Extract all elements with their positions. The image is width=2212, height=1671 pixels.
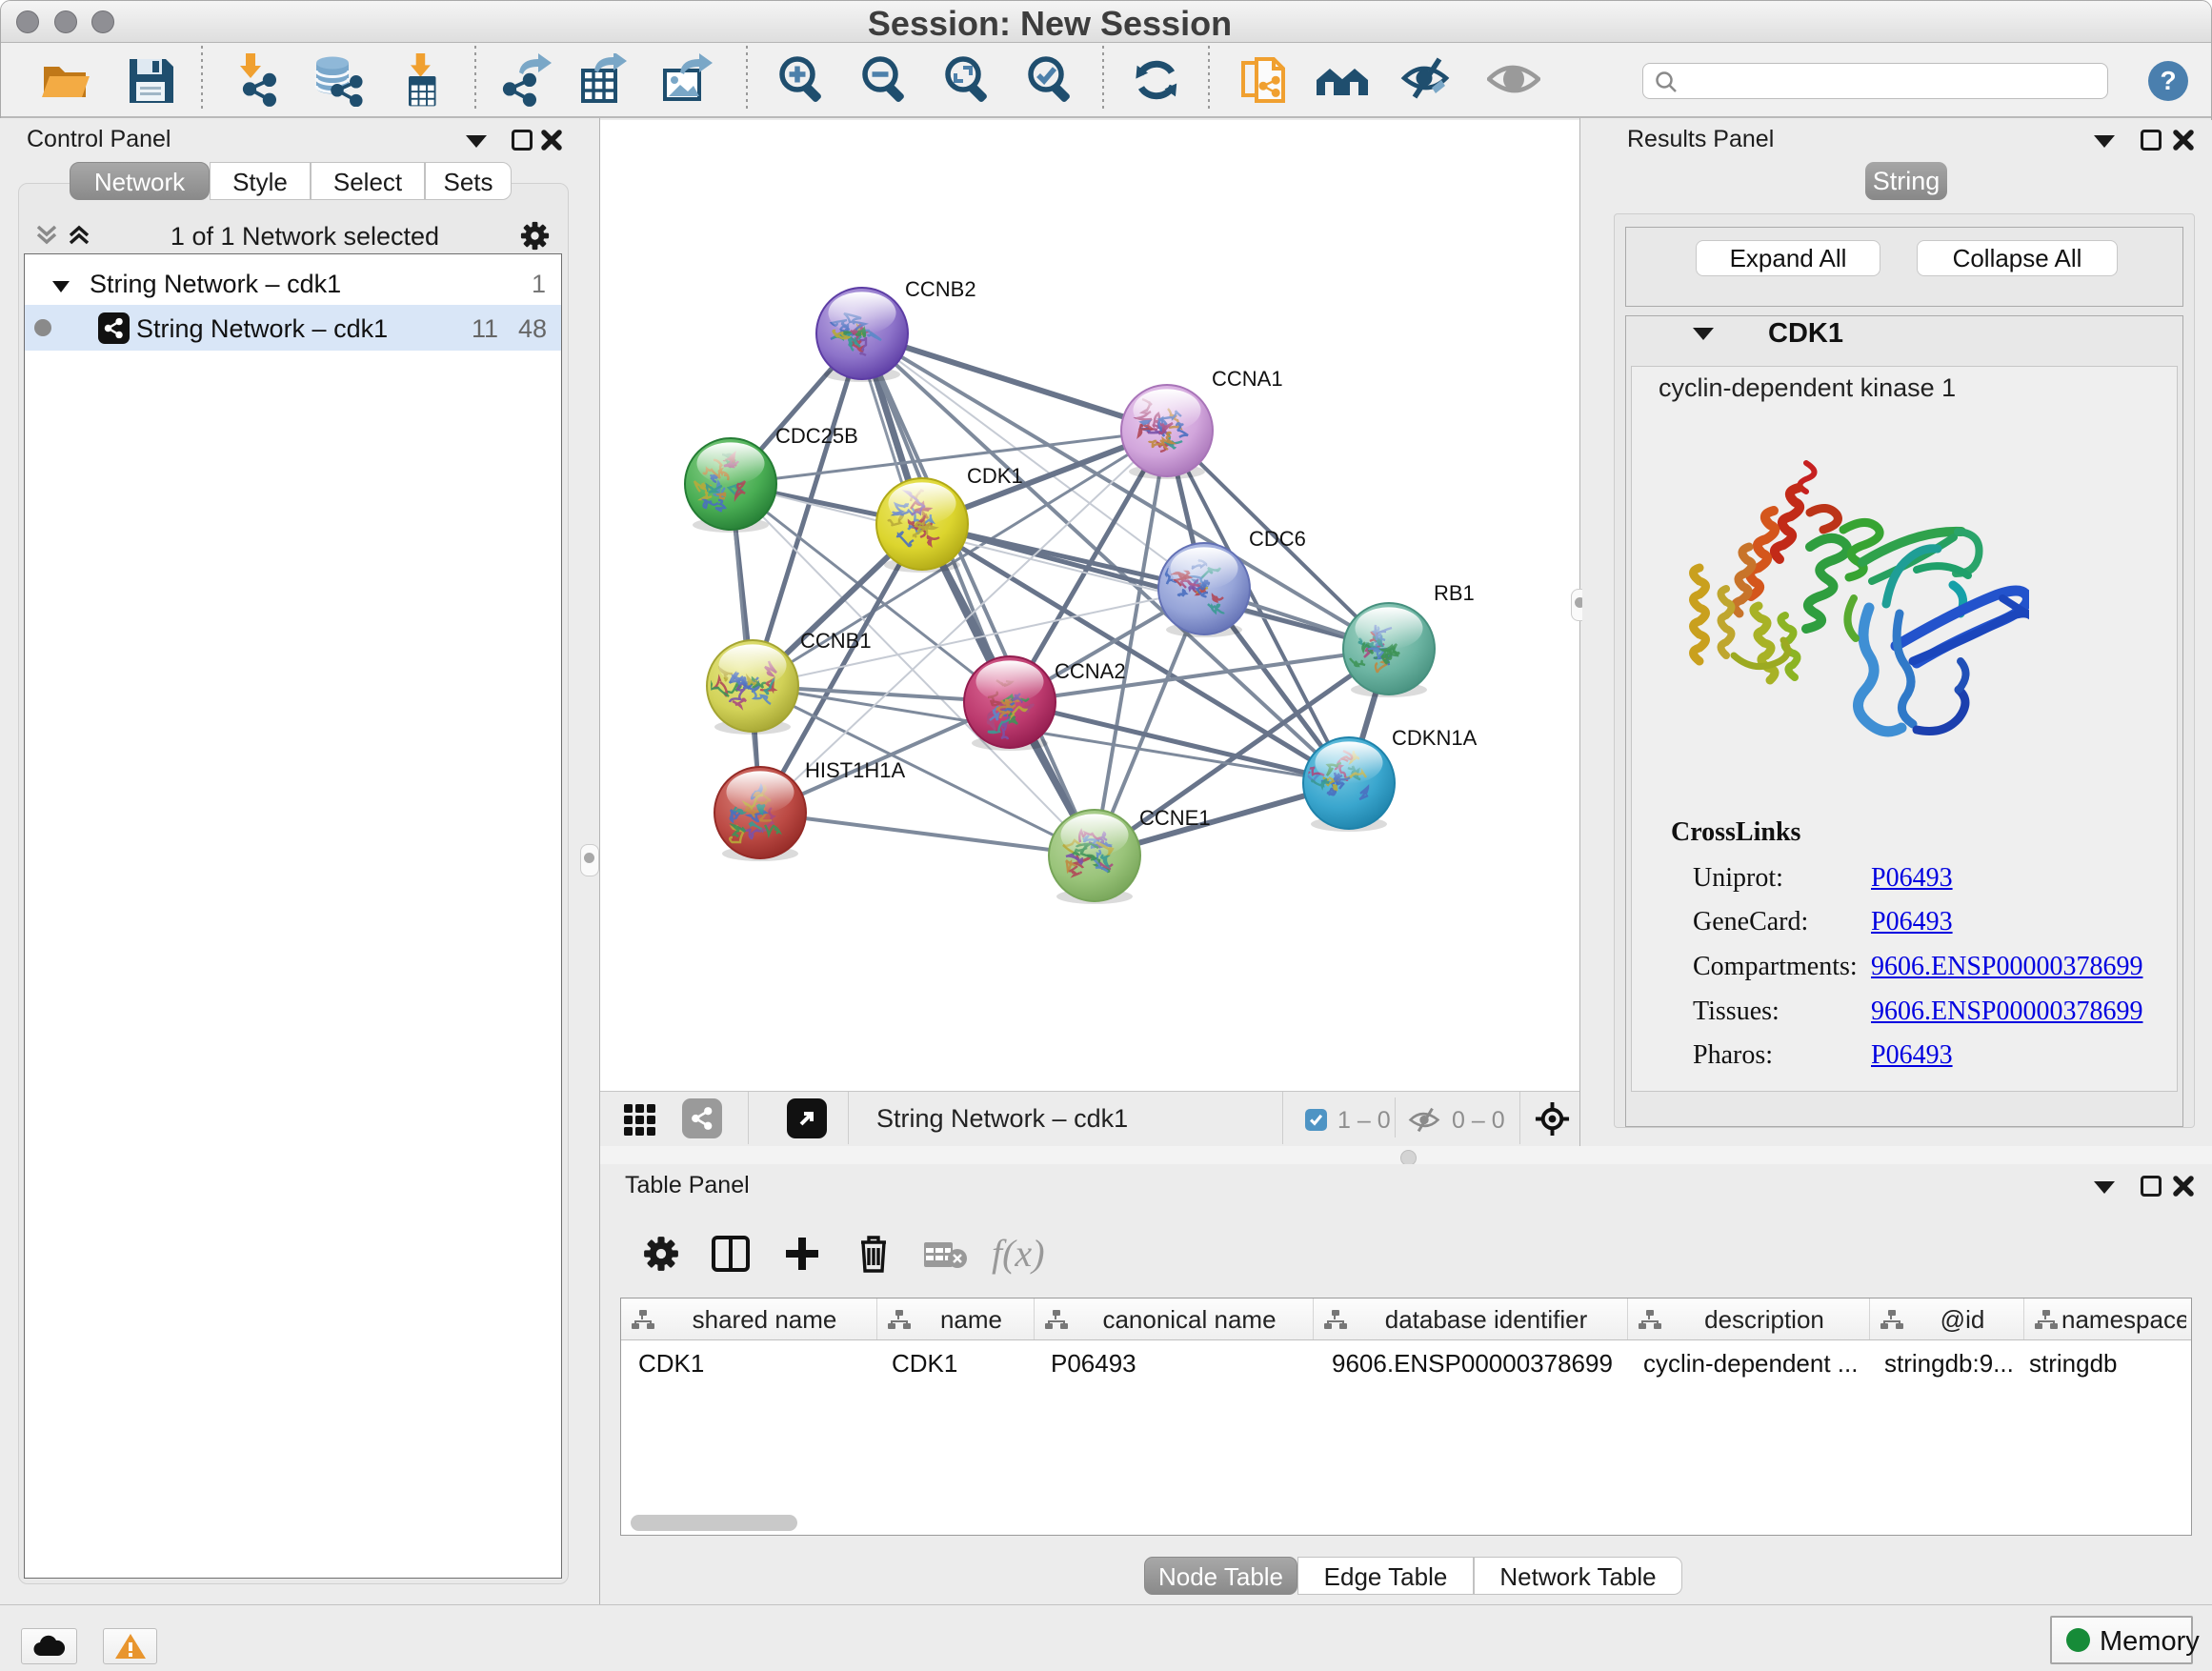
svg-text:CCNA2: CCNA2 [1055,659,1126,683]
svg-text:CCNA1: CCNA1 [1212,367,1283,391]
svg-text:HIST1H1A: HIST1H1A [805,758,905,782]
svg-text:CDC25B: CDC25B [775,424,858,448]
svg-text:CCNE1: CCNE1 [1139,806,1211,830]
svg-text:CDC6: CDC6 [1249,527,1306,551]
svg-text:CCNB2: CCNB2 [905,277,976,301]
svg-text:?: ? [2160,66,2176,95]
svg-text:CDKN1A: CDKN1A [1392,726,1478,750]
svg-text:CDK1: CDK1 [967,464,1023,488]
svg-text:RB1: RB1 [1434,581,1475,605]
svg-text:CCNB1: CCNB1 [800,629,872,653]
